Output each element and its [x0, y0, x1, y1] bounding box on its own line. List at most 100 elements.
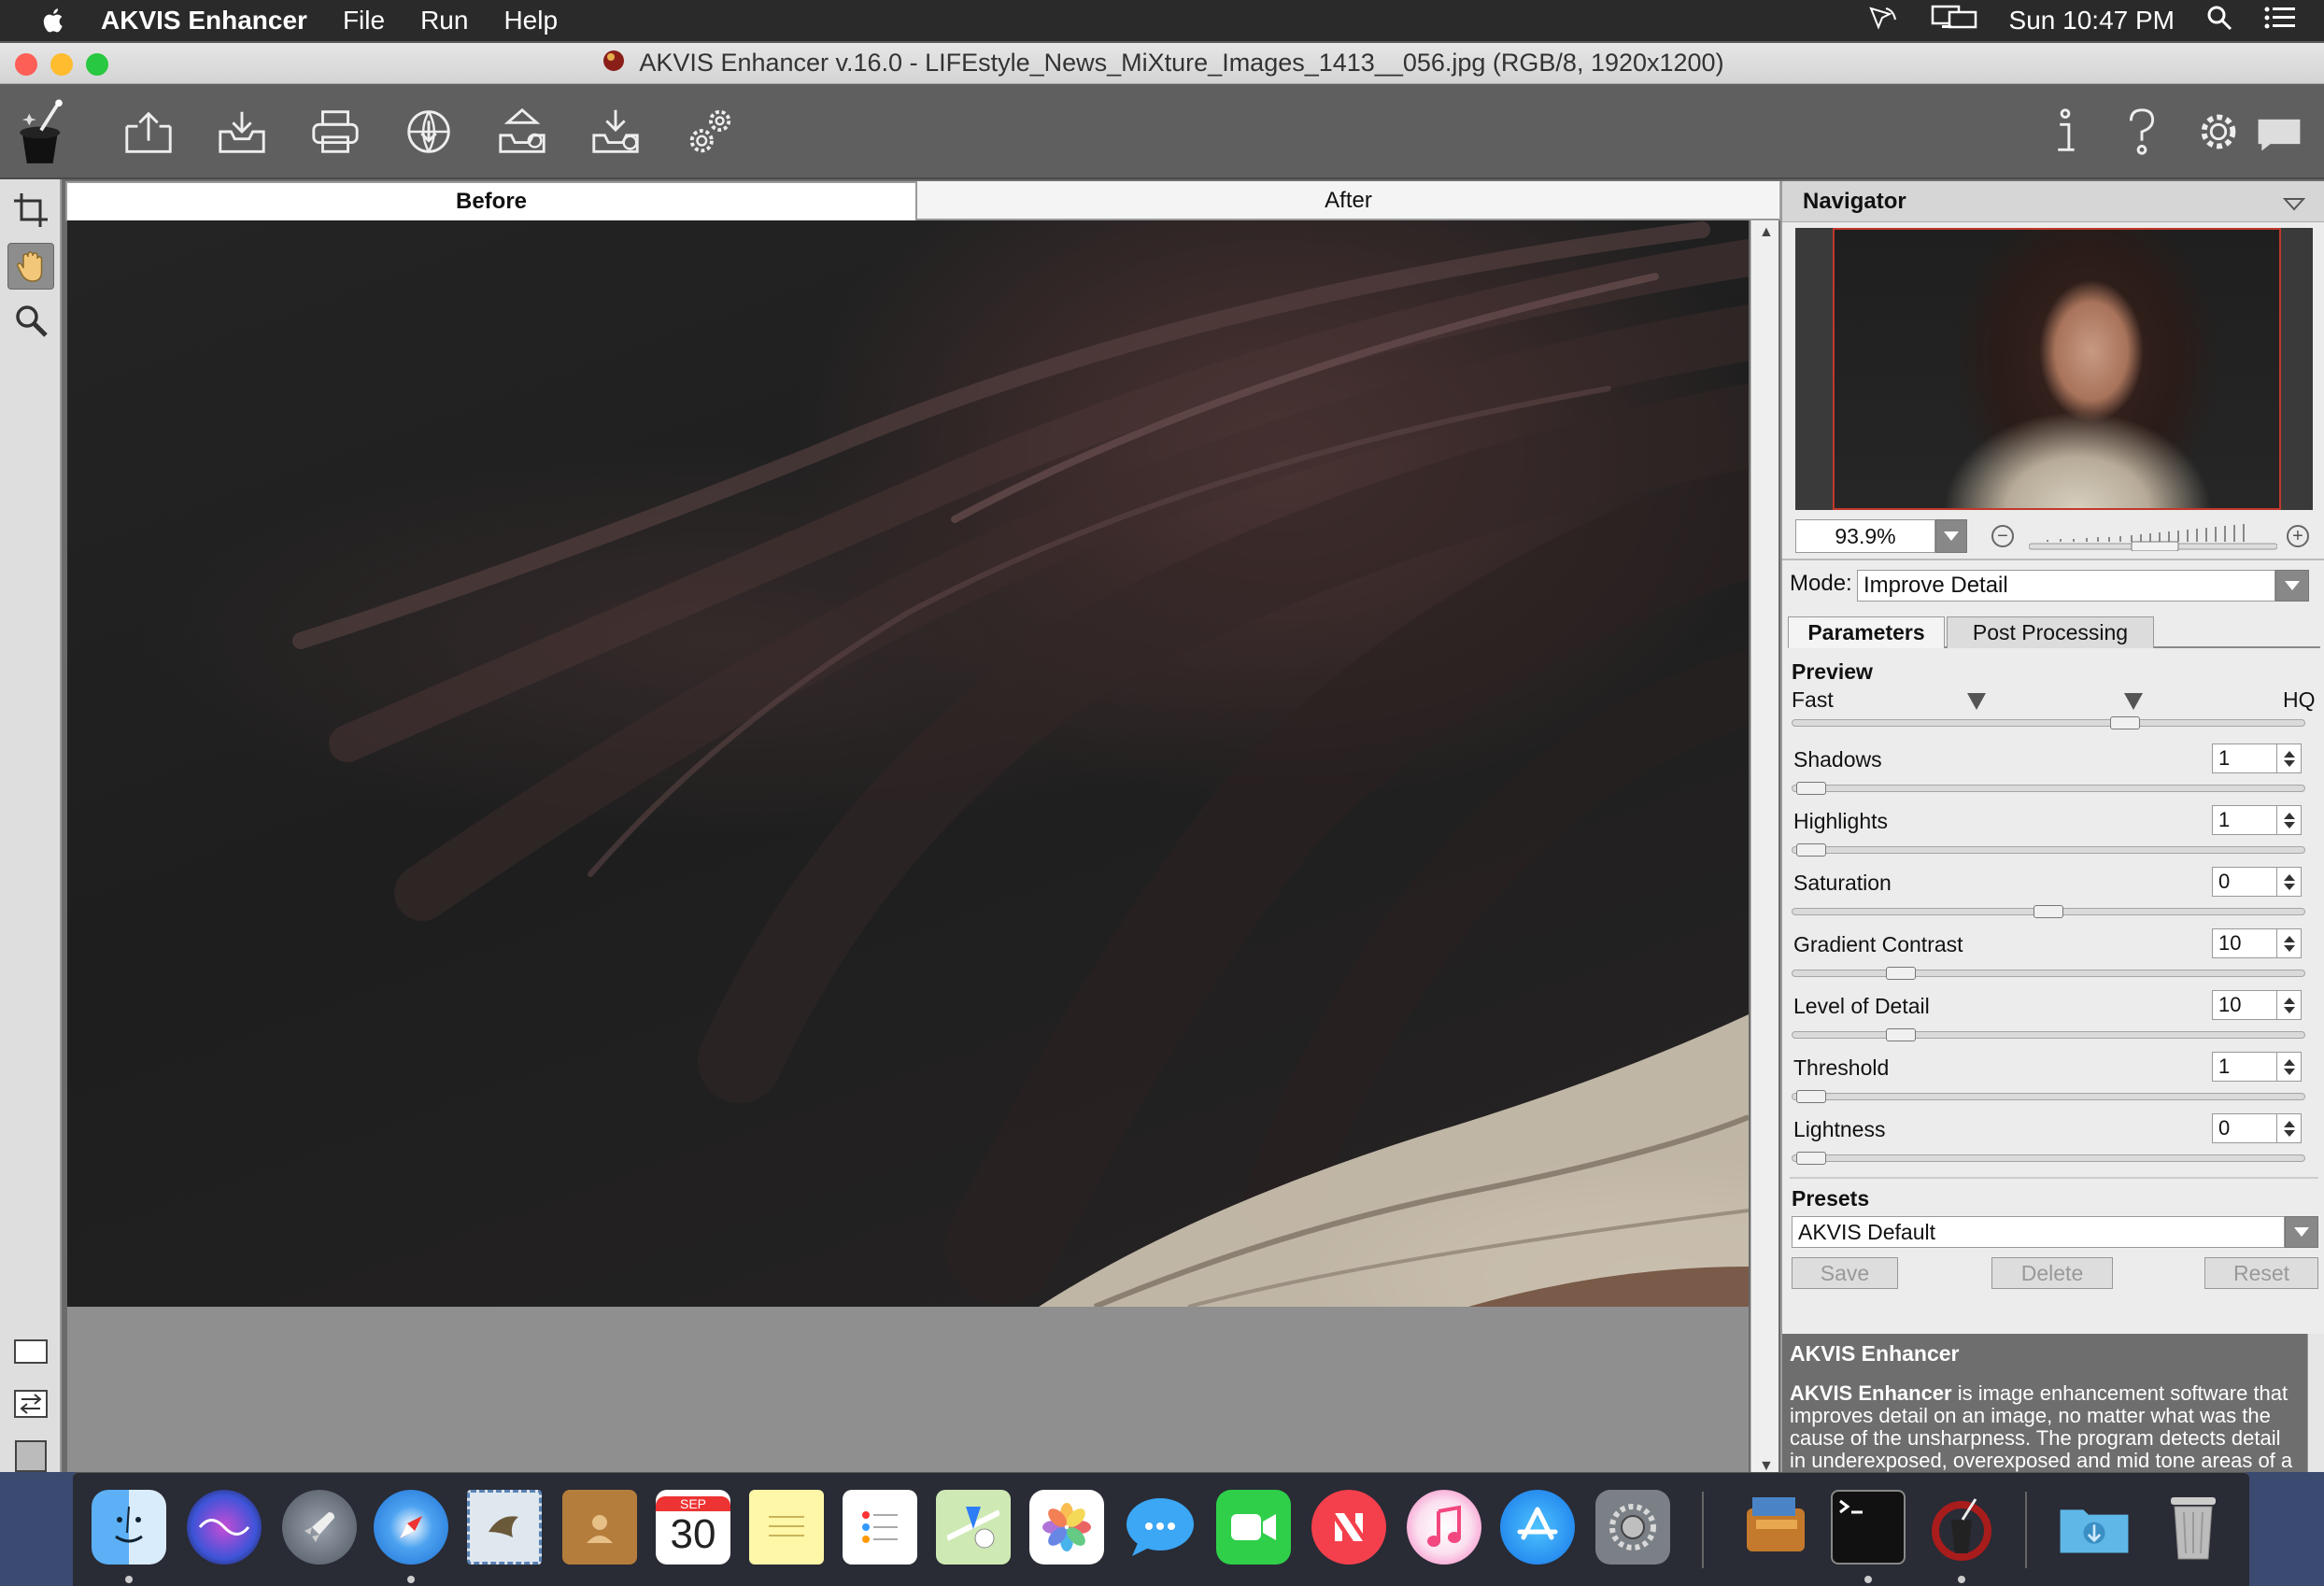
spotlight-icon[interactable]: [2206, 5, 2232, 37]
books-icon[interactable]: [1739, 1490, 1814, 1565]
slider-handle[interactable]: [1796, 843, 1826, 857]
scroll-up-icon[interactable]: ▲: [1759, 224, 1774, 241]
swap-view-icon[interactable]: [7, 1381, 54, 1427]
vertical-scrollbar[interactable]: ▲ ▼: [1750, 220, 1778, 1479]
trash-icon[interactable]: [2156, 1490, 2231, 1565]
calendar-icon[interactable]: SEP 30: [656, 1490, 730, 1565]
akvis-logo-icon[interactable]: [4, 93, 78, 172]
zoom-in-icon[interactable]: +: [2287, 525, 2309, 547]
photos-icon[interactable]: [1029, 1490, 1104, 1565]
menubar-app-name[interactable]: AKVIS Enhancer: [101, 6, 307, 35]
param-highlights-field[interactable]: 1: [2212, 805, 2277, 835]
param-threshold-field[interactable]: 1: [2212, 1052, 2277, 1082]
slider-handle[interactable]: [2034, 905, 2063, 918]
save-preset-button[interactable]: Save: [1792, 1257, 1898, 1289]
slider-handle[interactable]: [1886, 1028, 1916, 1041]
param-threshold-stepper[interactable]: [2277, 1052, 2302, 1082]
param-lightness-stepper[interactable]: [2277, 1113, 2302, 1143]
clock[interactable]: Sun 10:47 PM: [2009, 6, 2175, 35]
tab-parameters[interactable]: Parameters: [1788, 616, 1945, 648]
open-icon[interactable]: [118, 101, 179, 163]
crop-tool-icon[interactable]: [7, 187, 54, 234]
slider-handle[interactable]: [1886, 967, 1916, 980]
info-icon[interactable]: [2034, 101, 2096, 163]
facetime-icon[interactable]: [1216, 1490, 1291, 1565]
collapse-icon[interactable]: [2282, 192, 2306, 219]
preferences-icon[interactable]: [2188, 101, 2249, 163]
param-lightness-field[interactable]: 0: [2212, 1113, 2277, 1143]
news-icon[interactable]: [1311, 1490, 1386, 1565]
param-shadows-stepper[interactable]: [2277, 743, 2302, 773]
mode-select[interactable]: Improve Detail: [1857, 570, 2275, 602]
notification-icon[interactable]: [2253, 101, 2305, 163]
slider-handle[interactable]: [2110, 716, 2140, 729]
finder-icon[interactable]: [92, 1490, 166, 1565]
batch-icon[interactable]: [491, 101, 553, 163]
slider-handle[interactable]: [1796, 782, 1826, 795]
cast-icon[interactable]: [1868, 5, 1899, 37]
param-saturation-field[interactable]: 0: [2212, 867, 2277, 897]
param-lightness-slider[interactable]: [1792, 1152, 2305, 1165]
slider-handle[interactable]: [1796, 1152, 1826, 1165]
param-level-of-detail-slider[interactable]: [1792, 1028, 2305, 1041]
mode-dropdown-button[interactable]: [2275, 570, 2309, 602]
zoom-out-icon[interactable]: −: [1991, 525, 2014, 547]
maps-icon[interactable]: [936, 1490, 1011, 1565]
zoom-window-button[interactable]: [86, 53, 108, 76]
akvis-enhancer-dock-icon[interactable]: [1924, 1490, 1999, 1565]
apple-icon[interactable]: [35, 2, 73, 39]
param-gradient-contrast-field[interactable]: 10: [2212, 928, 2277, 958]
messages-icon[interactable]: [1123, 1490, 1197, 1565]
print-icon[interactable]: [305, 101, 366, 163]
menu-file[interactable]: File: [343, 6, 385, 35]
single-view-icon[interactable]: [7, 1328, 54, 1375]
menu-help[interactable]: Help: [503, 6, 558, 35]
contacts-icon[interactable]: [562, 1490, 637, 1565]
param-highlights-slider[interactable]: [1792, 843, 2305, 857]
delete-preset-button[interactable]: Delete: [1991, 1257, 2113, 1289]
siri-icon[interactable]: [187, 1490, 262, 1565]
param-level-of-detail-field[interactable]: 10: [2212, 990, 2277, 1020]
share-icon[interactable]: [398, 101, 460, 163]
preview-quality-slider[interactable]: [1792, 716, 2305, 729]
zoom-tool-icon[interactable]: [7, 297, 54, 344]
music-icon[interactable]: [1407, 1490, 1481, 1565]
terminal-icon[interactable]: [1831, 1490, 1906, 1565]
minimize-window-button[interactable]: [50, 53, 73, 76]
param-shadows-field[interactable]: 1: [2212, 743, 2277, 773]
reset-preset-button[interactable]: Reset: [2204, 1257, 2318, 1289]
presets-dropdown-button[interactable]: [2285, 1216, 2318, 1248]
param-saturation-slider[interactable]: [1792, 905, 2305, 918]
info-scrollbar[interactable]: [2307, 1334, 2324, 1472]
safari-icon[interactable]: [374, 1490, 448, 1565]
hand-tool-icon[interactable]: [7, 243, 54, 290]
menu-run[interactable]: Run: [420, 6, 468, 35]
close-window-button[interactable]: [15, 53, 37, 76]
navigator-preview[interactable]: [1795, 228, 2313, 510]
zoom-field[interactable]: 93.9%: [1795, 519, 1935, 553]
navigator-header[interactable]: Navigator: [1782, 181, 2324, 222]
param-shadows-slider[interactable]: [1792, 782, 2305, 795]
notes-icon[interactable]: [749, 1490, 824, 1565]
param-highlights-stepper[interactable]: [2277, 805, 2302, 835]
tab-before[interactable]: Before: [65, 181, 917, 220]
param-threshold-slider[interactable]: [1792, 1090, 2305, 1103]
param-saturation-stepper[interactable]: [2277, 867, 2302, 897]
slider-handle[interactable]: [1796, 1090, 1826, 1103]
mail-icon[interactable]: [467, 1490, 542, 1565]
system-preferences-icon[interactable]: [1595, 1490, 1670, 1565]
param-gradient-contrast-stepper[interactable]: [2277, 928, 2302, 958]
tab-after[interactable]: After: [917, 181, 1780, 220]
reminders-icon[interactable]: [843, 1490, 917, 1565]
plugin-icon[interactable]: [585, 101, 646, 163]
zoom-dropdown-button[interactable]: [1935, 519, 1967, 553]
zoom-slider[interactable]: [2029, 523, 2277, 551]
help-icon[interactable]: [2111, 101, 2173, 163]
save-icon[interactable]: [211, 101, 273, 163]
launchpad-icon[interactable]: [282, 1490, 357, 1565]
notification-center-icon[interactable]: [2264, 6, 2296, 36]
image-canvas[interactable]: [67, 220, 1749, 1307]
app-store-icon[interactable]: [1500, 1490, 1575, 1565]
param-level-of-detail-stepper[interactable]: [2277, 990, 2302, 1020]
param-gradient-contrast-slider[interactable]: [1792, 967, 2305, 980]
